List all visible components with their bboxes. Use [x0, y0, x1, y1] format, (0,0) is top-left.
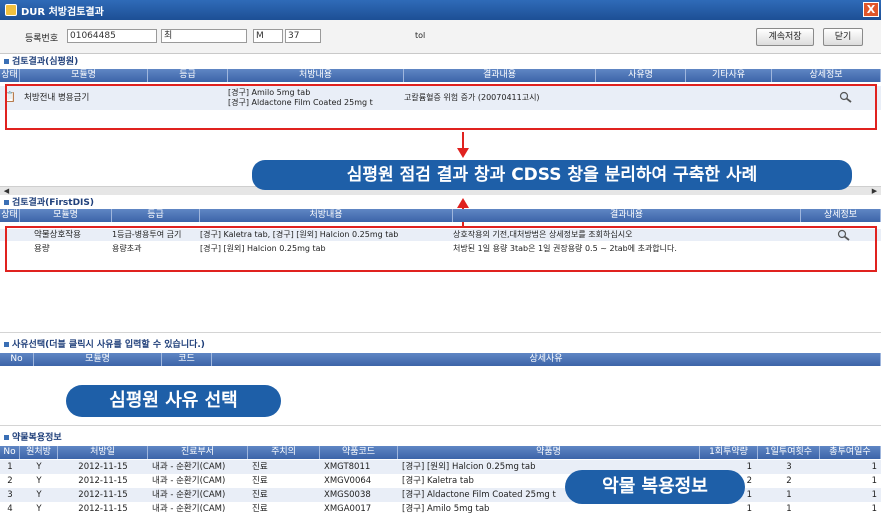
- medication-info-banner: 악물 복용정보: [565, 470, 745, 504]
- col-prescription[interactable]: 처방내용: [228, 69, 404, 82]
- cell-doctor: 진료: [252, 504, 268, 514]
- col-detail[interactable]: 상세정보: [772, 69, 881, 82]
- cell-freq: 3: [786, 462, 792, 472]
- review-hira-header: 상태 모듈명 등급 처방내용 결과내용 사유명 기타사유 상세정보: [0, 69, 881, 82]
- cell-doctor: 진료: [252, 476, 268, 486]
- cell-no: 3: [7, 490, 13, 500]
- reason-select-banner: 심평원 사유 선택: [66, 385, 281, 417]
- cell-date: 2012-11-15: [78, 504, 128, 514]
- review-firstdis-header: 상태 모듈명 등급 처방내용 결과내용 상세정보: [0, 209, 881, 222]
- col-dept[interactable]: 진료부서: [148, 446, 248, 459]
- col-result[interactable]: 결과내용: [453, 209, 801, 222]
- cell-freq: 1: [786, 490, 792, 500]
- cell-original: Y: [36, 490, 42, 500]
- col-status[interactable]: 상태: [0, 69, 20, 82]
- cell-dose: 1: [746, 504, 752, 514]
- reason-select-header: No 모듈명 코드 상세사유: [0, 353, 881, 366]
- col-drug-code[interactable]: 약품코드: [320, 446, 398, 459]
- col-module[interactable]: 모듈명: [20, 209, 112, 222]
- col-module[interactable]: 모듈명: [20, 69, 148, 82]
- cell-dept: 내과 - 순환기(CAM): [152, 476, 226, 486]
- app-icon: [5, 4, 17, 16]
- table-row[interactable]: 1 Y 2012-11-15 내과 - 순환기(CAM) 진료 XMGT8011…: [0, 460, 881, 474]
- cell-date: 2012-11-15: [78, 476, 128, 486]
- col-detail[interactable]: 상세정보: [801, 209, 881, 222]
- cell-dept: 내과 - 순환기(CAM): [152, 504, 226, 514]
- cell-dept: 내과 - 순환기(CAM): [152, 462, 226, 472]
- cell-drug-code: XMGV0064: [324, 476, 372, 486]
- scroll-left-icon[interactable]: ◀: [2, 187, 11, 195]
- col-grade[interactable]: 등급: [112, 209, 200, 222]
- cell-freq: 1: [786, 504, 792, 514]
- cell-drug-name: [경구] Amilo 5mg tab: [402, 504, 490, 514]
- col-code[interactable]: 코드: [162, 353, 212, 366]
- cell-date: 2012-11-15: [78, 462, 128, 472]
- window-titlebar: DUR 처방검토결과 X: [0, 0, 881, 20]
- cell-days: 1: [871, 490, 877, 500]
- cell-no: 1: [7, 462, 13, 472]
- col-original[interactable]: 원처방: [20, 446, 58, 459]
- col-freq[interactable]: 1일투여횟수: [758, 446, 820, 459]
- patient-name-field[interactable]: 최: [161, 29, 247, 43]
- divider: [0, 332, 881, 333]
- main-caption-banner: 심평원 점검 결과 창과 CDSS 창을 분리하여 구축한 사례: [252, 160, 852, 190]
- section-medication-title: 약물복용정보: [0, 432, 62, 444]
- toolbar-mark: tol: [415, 31, 426, 40]
- age-field[interactable]: 37: [285, 29, 321, 43]
- divider: [0, 425, 881, 426]
- cell-drug-code: XMGT8011: [324, 462, 371, 472]
- cell-original: Y: [36, 504, 42, 514]
- section-review-hira-title: 검토결과(심평원): [0, 56, 78, 68]
- col-drug-name[interactable]: 약품명: [398, 446, 700, 459]
- cell-dept: 내과 - 순환기(CAM): [152, 490, 226, 500]
- col-prescription[interactable]: 처방내용: [200, 209, 453, 222]
- sex-field[interactable]: M: [253, 29, 283, 43]
- cell-original: Y: [36, 476, 42, 486]
- cell-date: 2012-11-15: [78, 490, 128, 500]
- cell-days: 1: [871, 476, 877, 486]
- cell-no: 2: [7, 476, 13, 486]
- cell-drug-code: XMGA0017: [324, 504, 372, 514]
- col-no[interactable]: No: [0, 446, 20, 459]
- table-row[interactable]: 2 Y 2012-11-15 내과 - 순환기(CAM) 진료 XMGV0064…: [0, 474, 881, 488]
- col-dose[interactable]: 1회투약량: [700, 446, 758, 459]
- scroll-right-icon[interactable]: ▶: [870, 187, 879, 195]
- firstdis-result-highlight: [5, 226, 877, 272]
- col-result[interactable]: 결과내용: [404, 69, 596, 82]
- window-title: DUR 처방검토결과: [21, 6, 104, 18]
- col-days[interactable]: 총투여일수: [820, 446, 881, 459]
- cell-no: 4: [7, 504, 13, 514]
- table-row[interactable]: 4 Y 2012-11-15 내과 - 순환기(CAM) 진료 XMGA0017…: [0, 502, 881, 516]
- hira-result-highlight: [5, 84, 877, 130]
- close-window-button[interactable]: X: [863, 2, 879, 17]
- col-status[interactable]: 상태: [0, 209, 20, 222]
- patient-toolbar: 등록번호 01064485 최 M 37 tol 계속저장 닫기: [0, 20, 881, 54]
- reg-no-label: 등록번호: [25, 34, 59, 44]
- cell-doctor: 진료: [252, 490, 268, 500]
- col-grade[interactable]: 등급: [148, 69, 228, 82]
- reg-no-field[interactable]: 01064485: [67, 29, 157, 43]
- cell-freq: 2: [786, 476, 792, 486]
- col-date[interactable]: 처방일: [58, 446, 148, 459]
- cell-original: Y: [36, 462, 42, 472]
- medication-header: No 원처방 처방일 진료부서 주치의 약품코드 약품명 1회투약량 1일투여횟…: [0, 446, 881, 459]
- col-detail-reason[interactable]: 상세사유: [212, 353, 881, 366]
- col-doctor[interactable]: 주치의: [248, 446, 320, 459]
- cell-doctor: 진료: [252, 462, 268, 472]
- col-other-reason[interactable]: 기타사유: [686, 69, 772, 82]
- table-row[interactable]: 3 Y 2012-11-15 내과 - 순환기(CAM) 진료 XMGS0038…: [0, 488, 881, 502]
- cell-days: 1: [871, 504, 877, 514]
- arrow-down-icon: [457, 132, 469, 158]
- cell-days: 1: [871, 462, 877, 472]
- cell-drug-code: XMGS0038: [324, 490, 371, 500]
- col-reason[interactable]: 사유명: [596, 69, 686, 82]
- col-no[interactable]: No: [0, 353, 34, 366]
- section-review-firstdis-title: 검토결과(FirstDIS): [0, 197, 94, 209]
- continue-save-button[interactable]: 계속저장: [756, 28, 814, 46]
- col-module[interactable]: 모듈명: [34, 353, 162, 366]
- section-reason-select-title: 사유선택(더블 클릭시 사유를 입력할 수 있습니다.): [0, 339, 205, 351]
- close-button[interactable]: 닫기: [823, 28, 863, 46]
